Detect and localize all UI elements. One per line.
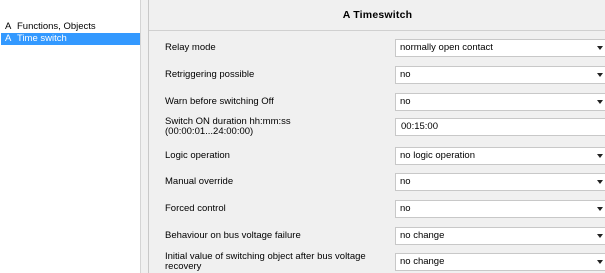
chevron-down-icon <box>597 260 603 264</box>
relay-mode-select[interactable]: normally open contact <box>395 39 605 57</box>
select-value: no <box>400 176 411 187</box>
tree-item-label: Time switch <box>17 33 67 44</box>
param-row-logic-operation: Logic operation no logic operation <box>149 145 605 167</box>
param-label: Logic operation <box>165 150 230 161</box>
select-value: no change <box>400 230 445 241</box>
param-label: Warn before switching Off <box>165 96 274 107</box>
tree-item-functions-objects[interactable]: A Functions, Objects <box>1 21 140 33</box>
page-title: A Timeswitch <box>149 0 605 31</box>
param-label: Switch ON duration hh:mm:ss (00:00:01...… <box>165 116 389 138</box>
manual-override-select[interactable]: no <box>395 173 605 191</box>
chevron-down-icon <box>597 180 603 184</box>
param-label: Relay mode <box>165 42 216 53</box>
param-label-line: (00:00:01...24:00:00) <box>165 126 254 137</box>
param-row-forced-control: Forced control no <box>149 198 605 220</box>
object-tree: A Functions, Objects A Time switch <box>1 21 140 45</box>
chevron-down-icon <box>597 154 603 158</box>
param-row-switch-on-duration: Switch ON duration hh:mm:ss (00:00:01...… <box>149 116 605 138</box>
switch-on-duration-input[interactable]: 00:15:00 <box>395 118 605 136</box>
param-label-line: recovery <box>165 261 202 272</box>
retriggering-select[interactable]: no <box>395 66 605 84</box>
select-value: no <box>400 69 411 80</box>
tree-item-label: Functions, Objects <box>17 21 96 32</box>
object-tree-panel: A Functions, Objects A Time switch <box>0 0 141 273</box>
param-label: Forced control <box>165 203 226 214</box>
select-value: normally open contact <box>400 42 493 53</box>
select-value: no change <box>400 256 445 267</box>
warn-before-off-select[interactable]: no <box>395 93 605 111</box>
tree-item-channel-letter: A <box>5 33 12 44</box>
select-value: no <box>400 96 411 107</box>
param-row-initial-value: Initial value of switching object after … <box>149 251 605 273</box>
param-row-relay-mode: Relay mode normally open contact <box>149 37 605 59</box>
tree-item-time-switch[interactable]: A Time switch <box>1 33 140 45</box>
chevron-down-icon <box>597 234 603 238</box>
param-label: Initial value of switching object after … <box>165 251 389 273</box>
param-label: Behaviour on bus voltage failure <box>165 230 301 241</box>
param-label: Manual override <box>165 176 234 187</box>
forced-control-select[interactable]: no <box>395 200 605 218</box>
param-row-retriggering: Retriggering possible no <box>149 64 605 86</box>
tree-item-channel-letter: A <box>5 21 12 32</box>
param-row-warn-before-off: Warn before switching Off no <box>149 91 605 113</box>
bus-voltage-failure-select[interactable]: no change <box>395 227 605 245</box>
param-row-bus-voltage-failure: Behaviour on bus voltage failure no chan… <box>149 225 605 247</box>
param-row-manual-override: Manual override no <box>149 171 605 193</box>
logic-operation-select[interactable]: no logic operation <box>395 147 605 165</box>
chevron-down-icon <box>597 207 603 211</box>
chevron-down-icon <box>597 73 603 77</box>
chevron-down-icon <box>597 46 603 50</box>
chevron-down-icon <box>597 100 603 104</box>
param-label: Retriggering possible <box>165 69 255 80</box>
initial-value-select[interactable]: no change <box>395 253 605 271</box>
input-value: 00:15:00 <box>401 121 438 132</box>
select-value: no logic operation <box>400 150 475 161</box>
parameter-panel: A Timeswitch Relay mode normally open co… <box>148 0 605 273</box>
select-value: no <box>400 203 411 214</box>
